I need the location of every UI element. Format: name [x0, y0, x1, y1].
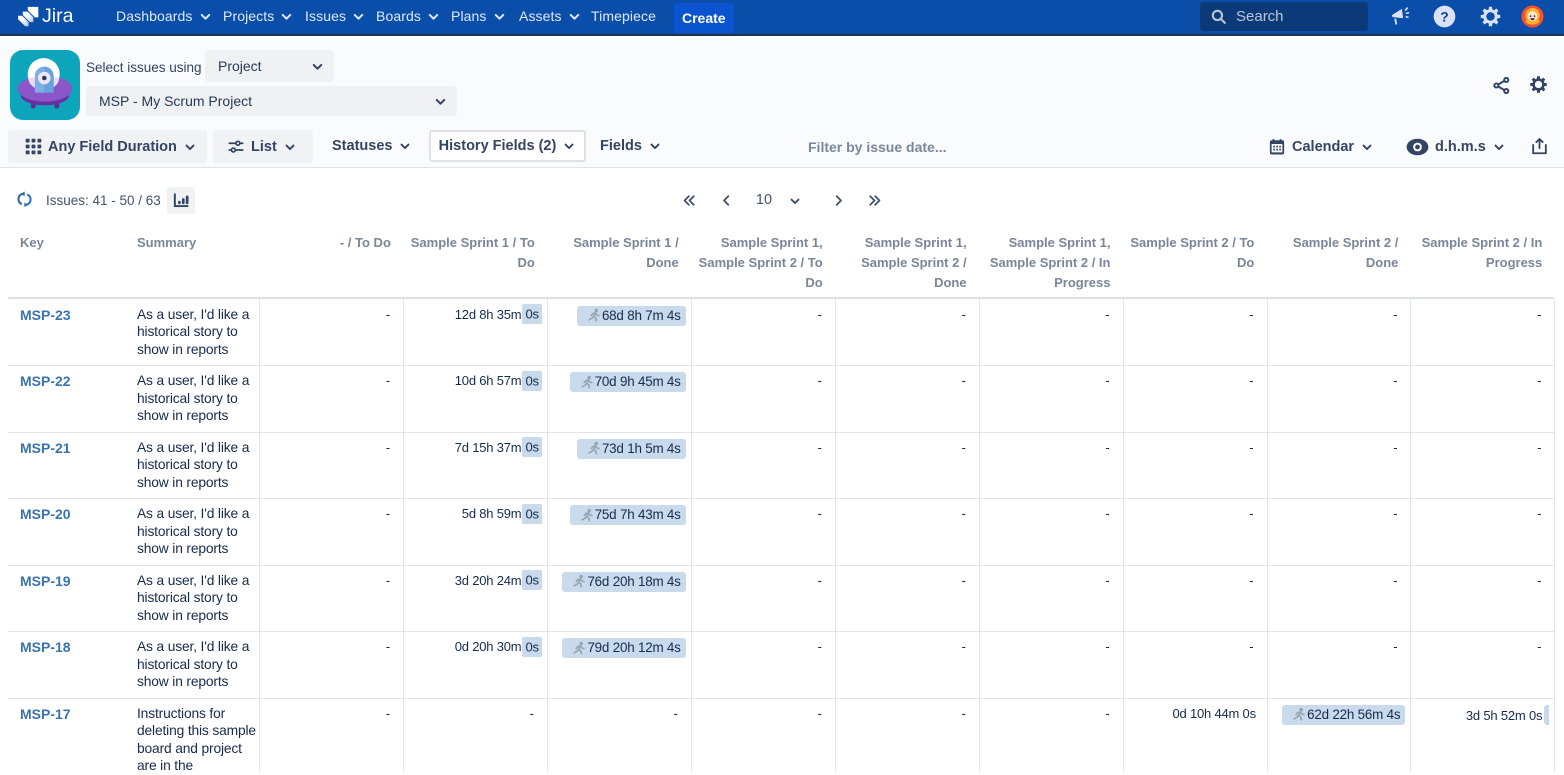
svg-text:?: ?: [1440, 8, 1448, 24]
